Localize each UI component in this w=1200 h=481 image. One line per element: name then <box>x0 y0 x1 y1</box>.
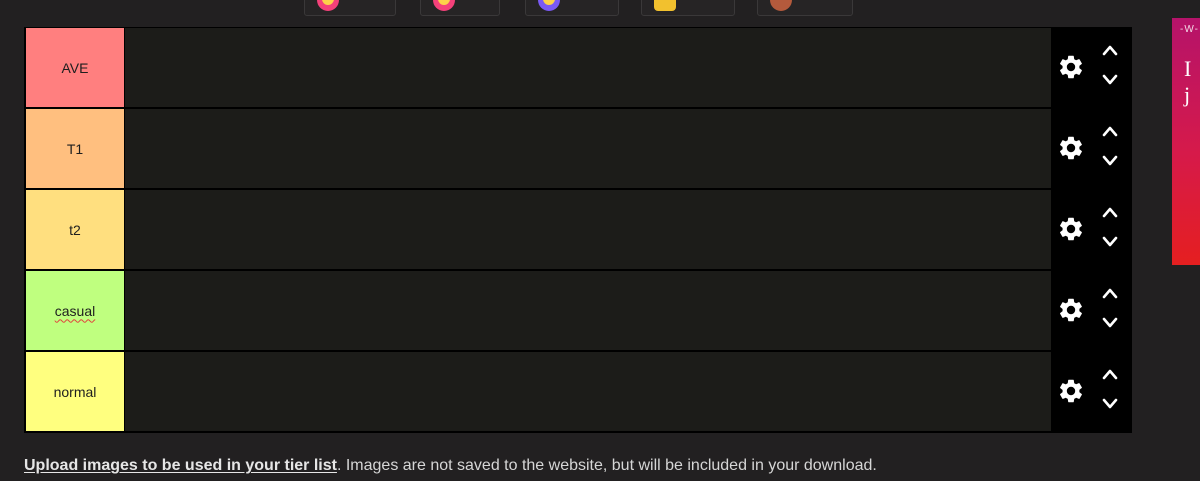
chevron-down-icon[interactable] <box>1101 73 1119 87</box>
chevron-down-icon[interactable] <box>1101 316 1119 330</box>
tier-controls <box>1051 271 1131 350</box>
tier-label[interactable]: normal <box>26 352 124 431</box>
chevron-up-icon[interactable] <box>1101 367 1119 381</box>
tier-controls <box>1051 190 1131 269</box>
chevron-down-icon[interactable] <box>1101 397 1119 411</box>
tier-controls <box>1051 28 1131 107</box>
reaction-chip-3[interactable] <box>525 0 619 16</box>
chevron-up-icon[interactable] <box>1101 43 1119 57</box>
poop-icon <box>770 0 792 11</box>
reaction-chip-5[interactable] <box>757 0 853 16</box>
tier-drop-zone[interactable] <box>125 352 1051 431</box>
tier-label[interactable]: t2 <box>26 190 124 269</box>
chevron-up-icon[interactable] <box>1101 286 1119 300</box>
tier-label-text: AVE <box>61 59 89 76</box>
chevron-down-icon[interactable] <box>1101 235 1119 249</box>
tier-row-1: AVE <box>25 28 1131 107</box>
reaction-chip-2[interactable] <box>420 0 500 16</box>
tier-list-page: AVE T1 t2 casual normal Upload images to… <box>0 0 1200 481</box>
tier-label[interactable]: casual <box>26 271 124 350</box>
tier-list: AVE T1 t2 casual normal <box>24 27 1132 433</box>
tier-label-text: T1 <box>66 140 84 157</box>
tier-label-text: t2 <box>69 221 81 238</box>
upload-note: . Images are not saved to the website, b… <box>336 457 877 474</box>
tier-drop-zone[interactable] <box>125 271 1051 350</box>
tier-label[interactable]: T1 <box>26 109 124 188</box>
tier-drop-zone[interactable] <box>125 28 1051 107</box>
reaction-chip-1[interactable] <box>304 0 396 16</box>
chevron-down-icon[interactable] <box>1101 154 1119 168</box>
tier-drop-zone[interactable] <box>125 190 1051 269</box>
gear-icon[interactable] <box>1057 134 1085 162</box>
upload-instructions: Upload images to be used in your tier li… <box>24 457 877 475</box>
tier-row-5: normal <box>25 352 1131 431</box>
ad-tag: -W- <box>1180 24 1199 35</box>
tier-drop-zone[interactable] <box>125 109 1051 188</box>
gear-icon[interactable] <box>1057 53 1085 81</box>
gear-icon[interactable] <box>1057 377 1085 405</box>
clapping-hands-icon <box>654 0 676 11</box>
tier-row-2: T1 <box>25 109 1131 188</box>
chevron-up-icon[interactable] <box>1101 124 1119 138</box>
gear-icon[interactable] <box>1057 215 1085 243</box>
tier-label[interactable]: AVE <box>26 28 124 107</box>
tier-label-text: normal <box>53 383 97 400</box>
tier-controls <box>1051 109 1131 188</box>
ad-logo-text: I j <box>1184 56 1192 107</box>
ad-banner[interactable]: -W- I j <box>1172 18 1200 265</box>
reaction-bar <box>0 0 1200 18</box>
tier-controls <box>1051 352 1131 431</box>
upload-link[interactable]: Upload images to be used in your tier li… <box>24 457 337 474</box>
tier-row-4: casual <box>25 271 1131 350</box>
tier-row-3: t2 <box>25 190 1131 269</box>
chevron-up-icon[interactable] <box>1101 205 1119 219</box>
tier-label-text: casual <box>54 302 96 319</box>
reaction-chip-4[interactable] <box>641 0 735 16</box>
gear-icon[interactable] <box>1057 296 1085 324</box>
